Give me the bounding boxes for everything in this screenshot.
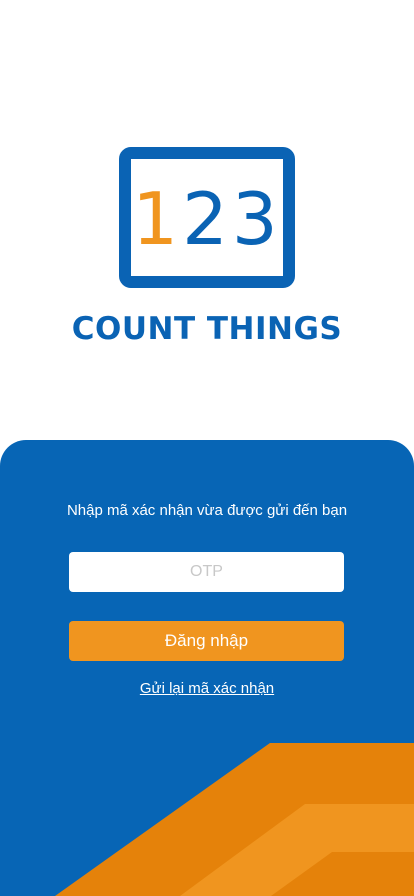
logo-digits: 123 (132, 183, 281, 255)
otp-screen: 123 COUNT THINGS Nhập mã xác nhận vừa đư… (0, 0, 414, 896)
otp-instruction: Nhập mã xác nhận vừa được gửi đến bạn (66, 502, 348, 519)
logo-digit-two: 2 (182, 176, 232, 261)
resend-code-link[interactable]: Gửi lại mã xác nhận (0, 680, 414, 697)
logo-digit-three: 3 (231, 176, 282, 261)
otp-input[interactable] (69, 552, 344, 592)
logo: 123 (119, 147, 295, 288)
otp-panel: Nhập mã xác nhận vừa được gửi đến bạn Đă… (0, 440, 414, 896)
brand-name: COUNT THINGS (71, 311, 343, 347)
login-button[interactable]: Đăng nhập (69, 621, 344, 661)
logo-digit-one: 1 (132, 176, 183, 261)
